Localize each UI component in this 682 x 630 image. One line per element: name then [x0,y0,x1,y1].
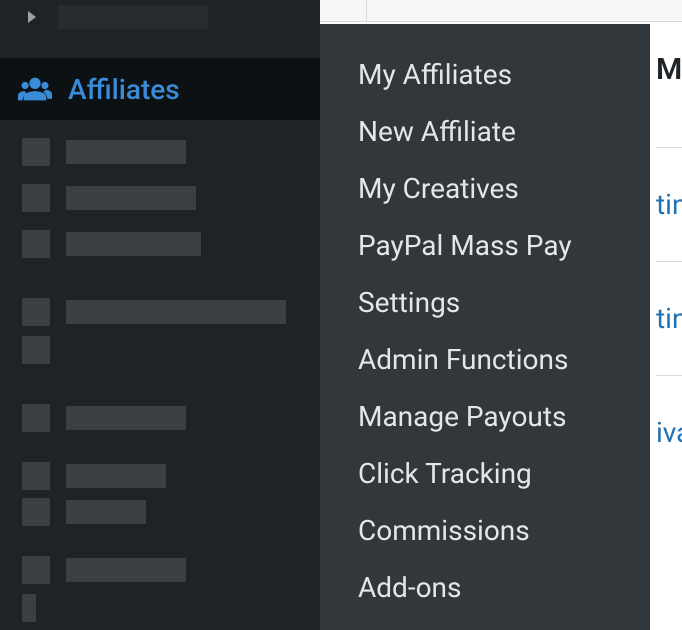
submenu-my-affiliates[interactable]: My Affiliates [320,46,650,103]
submenu-paypal-mass-pay[interactable]: PayPal Mass Pay [320,217,650,274]
top-bar [320,0,682,22]
top-bar-divider [366,0,682,22]
submenu-click-tracking[interactable]: Click Tracking [320,445,650,502]
sidebar-item-label: Affiliates [68,73,180,106]
redacted-text [58,5,208,29]
users-icon [18,72,52,106]
submenu-commissions[interactable]: Commissions [320,502,650,559]
submenu-admin-functions[interactable]: Admin Functions [320,331,650,388]
submenu-my-creatives[interactable]: My Creatives [320,160,650,217]
caret-right-icon [22,0,42,34]
submenu-manage-payouts[interactable]: Manage Payouts [320,388,650,445]
submenu-add-ons[interactable]: Add-ons [320,559,650,616]
submenu-settings[interactable]: Settings [320,274,650,331]
redacted-sidebar-items [0,120,320,630]
content-link[interactable]: ting [656,148,682,262]
content-link[interactable]: iva [656,376,682,489]
content-link[interactable]: ting [656,262,682,376]
page-title: M [656,52,682,148]
affiliates-submenu: My Affiliates New Affiliate My Creatives… [320,24,650,630]
submenu-new-affiliate[interactable]: New Affiliate [320,103,650,160]
sidebar-item-affiliates[interactable]: Affiliates [0,58,320,120]
admin-sidebar: Affiliates [0,0,320,630]
